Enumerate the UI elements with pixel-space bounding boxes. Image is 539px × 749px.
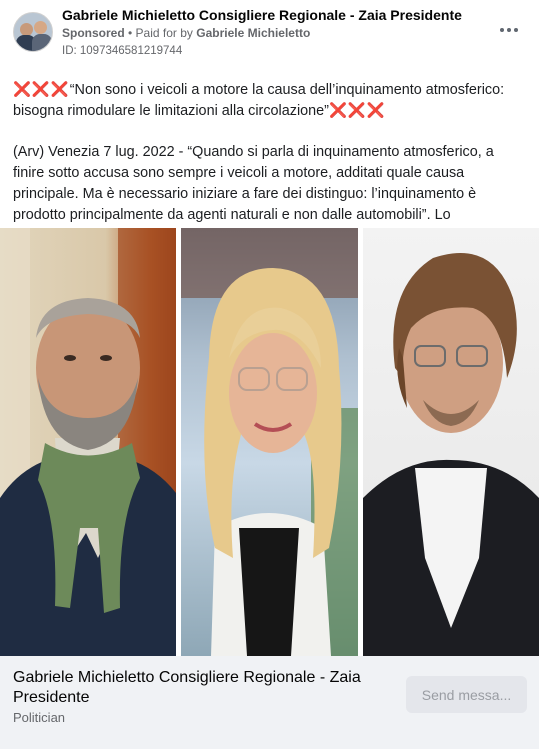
more-options-icon[interactable] [497, 20, 521, 40]
sponsored-post-card: Gabriele Michieletto Consigliere Regiona… [0, 0, 539, 749]
post-text: ❌❌❌“Non sono i veicoli a motore la causa… [13, 80, 526, 247]
page-avatar[interactable] [13, 12, 53, 52]
post-image[interactable] [0, 228, 539, 656]
portrait-photo-3 [363, 228, 539, 656]
footer-page-title[interactable]: Gabriele Michieletto Consigliere Regiona… [13, 668, 383, 708]
cross-mark-icon: ❌❌❌ [328, 103, 386, 119]
footer-category: Politician [13, 710, 66, 725]
post-headline: ❌❌❌“Non sono i veicoli a motore la causa… [13, 80, 526, 122]
sponsored-label: Sponsored [62, 26, 125, 40]
headline-text: “Non sono i veicoli a motore la causa de… [13, 82, 505, 119]
portrait-photo-1 [0, 228, 176, 656]
post-header: Gabriele Michieletto Consigliere Regiona… [0, 0, 539, 68]
page-name-link[interactable]: Gabriele Michieletto Consigliere Regiona… [62, 7, 462, 23]
paid-for-prefix: Paid for by [135, 26, 197, 40]
ad-id: ID: 1097346581219744 [62, 45, 183, 57]
post-footer: Gabriele Michieletto Consigliere Regiona… [0, 656, 539, 749]
portrait-photo-2 [181, 228, 358, 656]
cross-mark-icon: ❌❌❌ [13, 82, 70, 98]
sponsored-line: Sponsored • Paid for by Gabriele Michiel… [62, 26, 310, 40]
meta-separator: • [124, 26, 136, 40]
send-message-button[interactable]: Send messa... [406, 676, 527, 713]
paid-for-name: Gabriele Michieletto [196, 26, 311, 40]
